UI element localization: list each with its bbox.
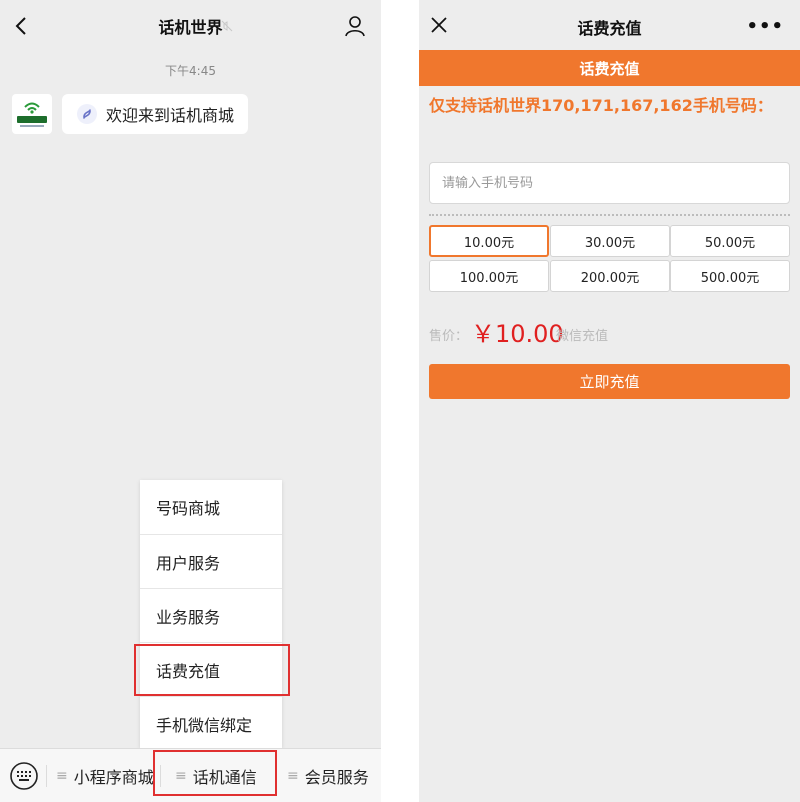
page-title: 话费充值 [577, 19, 642, 38]
recharge-now-button[interactable]: 立即充值 [429, 364, 790, 399]
chat-title: 话机世界 [158, 18, 223, 37]
price-label: 售价： [429, 329, 469, 344]
huaji-world-logo-icon [17, 102, 47, 127]
highlight-box-recharge [134, 644, 290, 696]
menu-item-user-service[interactable]: 用户服务 [140, 534, 282, 588]
divider [46, 765, 47, 787]
more-options-button[interactable]: ••• [746, 16, 784, 37]
wechat-chat-panel: 话机世界 下午4:45 欢迎来到话机商城 号码商城 用户服务 业务服务 话费充值… [0, 0, 381, 802]
menu-item-wechat-binding[interactable]: 手机微信绑定 [140, 696, 282, 750]
supported-numbers-notice: 仅支持话机世界170,171,167,162手机号码： [429, 96, 773, 115]
amount-option-50[interactable]: 50.00元 [670, 225, 790, 257]
recharge-banner: 话费充值 [419, 50, 800, 86]
price-value: ￥10.00 [471, 320, 564, 348]
menu-lines-icon: ≡ [287, 768, 299, 784]
amount-option-100[interactable]: 100.00元 [429, 260, 549, 292]
tab-mini-program-mall[interactable]: ≡ 小程序商城 [56, 749, 154, 802]
mute-icon [221, 20, 233, 32]
official-account-avatar[interactable] [12, 94, 52, 134]
person-icon[interactable] [343, 14, 367, 38]
menu-lines-icon: ≡ [56, 768, 68, 784]
keyboard-icon[interactable] [10, 762, 38, 790]
tab-member-service[interactable]: ≡ 会员服务 [287, 749, 369, 802]
tab-label: 小程序商城 [73, 768, 154, 787]
menu-item-business-service[interactable]: 业务服务 [140, 588, 282, 642]
message-timestamp: 下午4:45 [165, 64, 216, 78]
welcome-message-bubble[interactable]: 欢迎来到话机商城 [62, 94, 249, 134]
chat-header: 话机世界 [0, 0, 381, 52]
phone-number-input[interactable] [429, 162, 790, 204]
tab-label: 会员服务 [304, 768, 369, 787]
highlight-box-phone-tab [153, 750, 277, 796]
amount-option-500[interactable]: 500.00元 [670, 260, 790, 292]
dotted-divider [429, 214, 790, 216]
welcome-message-text: 欢迎来到话机商城 [106, 106, 235, 125]
amount-option-200[interactable]: 200.00元 [550, 260, 670, 292]
payment-method-note: 微信充值 [556, 329, 609, 344]
popup-menu: 号码商城 用户服务 业务服务 话费充值 手机微信绑定 [140, 480, 282, 748]
recharge-page-panel: 话费充值 ••• 话费充值 仅支持话机世界170,171,167,162手机号码… [419, 0, 800, 802]
screenshot-root: 话机世界 下午4:45 欢迎来到话机商城 号码商城 用户服务 业务服务 话费充值… [0, 0, 800, 802]
amount-option-10[interactable]: 10.00元 [429, 225, 549, 257]
page-header: 话费充值 ••• [419, 0, 800, 50]
amount-option-30[interactable]: 30.00元 [550, 225, 670, 257]
menu-item-number-mall[interactable]: 号码商城 [140, 480, 282, 534]
mini-program-icon [77, 104, 97, 124]
